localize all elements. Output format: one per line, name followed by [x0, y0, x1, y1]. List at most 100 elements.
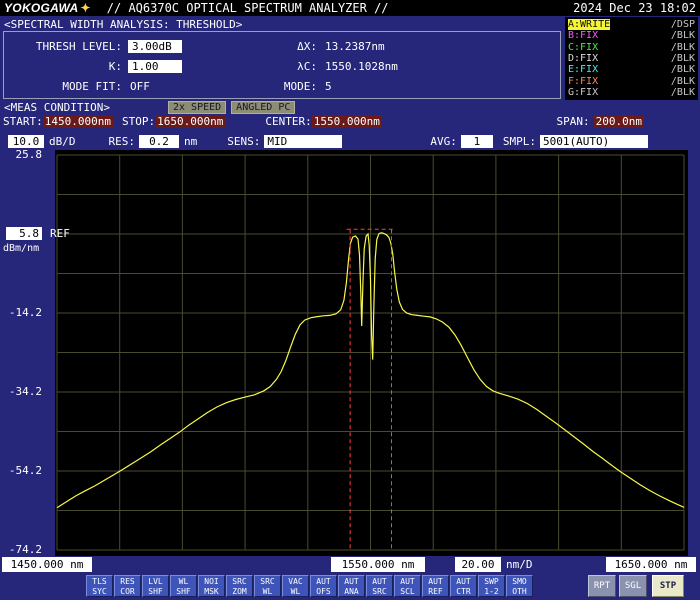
softkey-tls-syc[interactable]: TLS SYC: [86, 575, 113, 597]
span-field: SPAN: 200.0nm: [557, 115, 644, 128]
k-label: K:: [108, 59, 122, 73]
trace-status-panel: A:WRITE/DSP B:FIX/BLK C:FIX/BLK D:FIX/BLK E:…: [565, 17, 698, 100]
k-value[interactable]: 1.00: [128, 59, 182, 73]
softkey-group: TLS SYC RES COR LVL SHF WL SHF NOI MSK SRC ZOM SRC WL…: [86, 575, 533, 597]
softkey-wl-shf[interactable]: WL SHF: [170, 575, 197, 597]
stop-field: STOP: 1650.000nm: [121, 115, 226, 128]
stop-sweep-button[interactable]: STP: [652, 575, 684, 597]
start-value[interactable]: 1450.000nm: [42, 115, 113, 128]
trace-mode: G:FIX: [568, 86, 599, 98]
lambda-c-label: λC:: [297, 59, 317, 73]
stop-value[interactable]: 1650.000nm: [155, 115, 226, 128]
trace-row-c[interactable]: C:FIX/BLK: [568, 42, 695, 53]
y-axis-label-bottom: -74.2: [8, 543, 42, 556]
trace-mode: C:FIX: [568, 41, 599, 53]
softkey-aut-ctr[interactable]: AUT CTR: [450, 575, 477, 597]
mode-fit-label: MODE FIT:: [62, 79, 122, 93]
x-div-value[interactable]: 20.00: [455, 557, 501, 572]
logo-star-icon: ✦: [80, 1, 91, 15]
softkey-aut-ref[interactable]: AUT REF: [422, 575, 449, 597]
trace-display-state: /BLK: [670, 75, 695, 87]
level-scale-unit: dB/D: [49, 134, 76, 148]
trace-row-b[interactable]: B:FIX/BLK: [568, 30, 695, 41]
trace-display-state: /BLK: [670, 64, 695, 76]
trace-mode: A:WRITE: [568, 19, 611, 30]
trace-display-state: /DSP: [670, 19, 695, 30]
lambda-c-value: 1550.1028nm: [325, 59, 398, 73]
lambda-c-field: λC: 1550.1028nm: [269, 56, 400, 76]
x-stop-value[interactable]: 1650.000 nm: [606, 557, 696, 572]
y-axis-label-2: -14.2: [8, 306, 42, 319]
start-label: START:: [3, 115, 43, 128]
softkey-src-zom[interactable]: SRC ZOM: [226, 575, 253, 597]
softkey-smo-oth[interactable]: SMO OTH: [506, 575, 533, 597]
softkey-noi-msk[interactable]: NOI MSK: [198, 575, 225, 597]
analysis-settings-panel: THRESH LEVEL: 3.00dB K: 1.00 MODE FIT: O…: [3, 31, 561, 99]
speed-badge: 2x SPEED: [168, 101, 227, 114]
trace-row-f[interactable]: F:FIX/BLK: [568, 76, 695, 87]
softkey-lvl-shf[interactable]: LVL SHF: [142, 575, 169, 597]
delta-x-field: ΔX: 13.2387nm: [269, 36, 400, 56]
single-sweep-button[interactable]: SGL: [619, 575, 647, 597]
stop-label: STOP:: [121, 115, 156, 128]
x-start-value[interactable]: 1450.000 nm: [2, 557, 92, 572]
softkey-aut-src[interactable]: AUT SRC: [366, 575, 393, 597]
softkey-swp-1-2[interactable]: SWP 1-2: [478, 575, 505, 597]
sweep-range-row: START: 1450.000nm STOP: 1650.000nm CENTER:…: [0, 115, 700, 128]
title-bar: YOKOGAWA ✦ // AQ6370C OPTICAL SPECTRUM AN…: [0, 0, 700, 16]
trace-display-state: /BLK: [670, 52, 695, 64]
trace-display-state: /BLK: [670, 30, 695, 42]
app-title: // AQ6370C OPTICAL SPECTRUM ANALYZER //: [106, 1, 389, 15]
ref-level-row: 5.8 REF: [6, 227, 70, 240]
mode-count-field: MODE: 5: [269, 76, 400, 96]
smpl-value[interactable]: 5001(AUTO): [540, 134, 648, 148]
span-value[interactable]: 200.0nm: [593, 115, 644, 128]
softkey-src-wl[interactable]: SRC WL: [254, 575, 281, 597]
mode-fit-value[interactable]: OFF: [128, 80, 152, 93]
center-value[interactable]: 1550.000nm: [311, 115, 382, 128]
brand-text: YOKOGAWA: [4, 1, 79, 15]
spectrum-chart: [56, 154, 685, 551]
trace-display-state: /BLK: [670, 41, 695, 53]
smpl-label: SMPL:: [502, 134, 536, 148]
ref-label: REF: [50, 227, 70, 240]
y-axis-label-top: 25.8: [15, 148, 43, 161]
trace-mode: F:FIX: [568, 75, 599, 87]
trace-row-g[interactable]: G:FIX/BLK: [568, 87, 695, 98]
softkey-res-cor[interactable]: RES COR: [114, 575, 141, 597]
analysis-results-column: ΔX: 13.2387nm λC: 1550.1028nm MODE: 5: [269, 36, 400, 98]
y-axis-label-3: -34.2: [8, 385, 42, 398]
center-label: CENTER:: [265, 115, 312, 128]
res-label: RES:: [108, 134, 136, 148]
span-label: SPAN:: [556, 115, 590, 128]
trace-row-a[interactable]: A:WRITE/DSP: [568, 19, 695, 30]
softkey-aut-ofs[interactable]: AUT OFS: [310, 575, 337, 597]
softkey-vac-wl[interactable]: VAC WL: [282, 575, 309, 597]
y-axis-unit: dBm/nm: [3, 243, 40, 254]
level-scale-value[interactable]: 10.0: [8, 134, 44, 148]
softkey-aut-ana[interactable]: AUT ANA: [338, 575, 365, 597]
center-field: CENTER: 1550.000nm: [265, 115, 382, 128]
k-field: K: 1.00: [10, 56, 255, 76]
trace-display-state: /BLK: [670, 86, 695, 98]
avg-label: AVG:: [430, 134, 457, 148]
thresh-level-value[interactable]: 3.00dB: [128, 39, 182, 53]
mode-fit-field: MODE FIT: OFF: [10, 76, 255, 96]
ref-level-value[interactable]: 5.8: [6, 227, 42, 240]
analysis-params-column: THRESH LEVEL: 3.00dB K: 1.00 MODE FIT: O…: [10, 36, 255, 98]
trace-mode: D:FIX: [568, 52, 599, 64]
sens-value[interactable]: MID: [264, 134, 343, 148]
mode-count-value: 5: [325, 79, 332, 93]
trace-row-e[interactable]: E:FIX/BLK: [568, 64, 695, 75]
softkey-aut-scl[interactable]: AUT SCL: [394, 575, 421, 597]
repeat-sweep-button[interactable]: RPT: [588, 575, 616, 597]
res-value[interactable]: 0.2: [139, 134, 179, 148]
thresh-level-label: THRESH LEVEL:: [35, 39, 122, 53]
trace-mode: E:FIX: [568, 64, 599, 76]
connector-badge: ANGLED PC: [231, 101, 296, 114]
avg-value[interactable]: 1: [460, 134, 493, 148]
trace-row-d[interactable]: D:FIX/BLK: [568, 53, 695, 64]
x-center-value[interactable]: 1550.000 nm: [331, 557, 425, 572]
osa-screen: YOKOGAWA ✦ // AQ6370C OPTICAL SPECTRUM AN…: [0, 0, 700, 600]
x-axis-row: 1450.000 nm 1550.000 nm 20.00 nm/D 1650.…: [0, 557, 700, 573]
